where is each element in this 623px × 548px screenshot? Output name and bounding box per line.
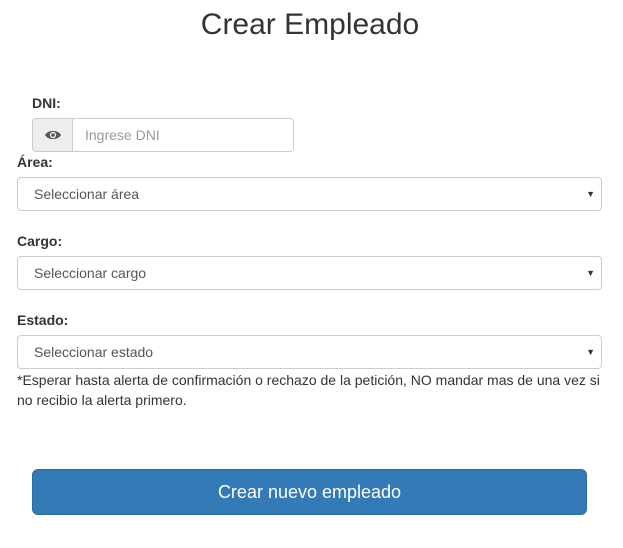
estado-select-value: Seleccionar estado — [34, 344, 154, 360]
warning-note: *Esperar hasta alerta de confirmación o … — [17, 372, 600, 408]
caret-down-icon: ▼ — [586, 189, 595, 199]
dni-input[interactable] — [73, 119, 293, 151]
area-select-value: Seleccionar área — [34, 186, 140, 202]
area-label: Área: — [17, 154, 53, 170]
cargo-select[interactable]: Seleccionar cargo ▼ — [17, 256, 602, 290]
caret-down-icon: ▼ — [586, 347, 595, 357]
cargo-select-value: Seleccionar cargo — [34, 265, 147, 281]
area-select[interactable]: Seleccionar área ▼ — [17, 177, 602, 211]
dni-input-group — [32, 118, 294, 152]
estado-label: Estado: — [17, 312, 69, 328]
page-title: Crear Empleado — [200, 8, 420, 41]
dni-label: DNI: — [32, 95, 61, 111]
create-employee-button[interactable]: Crear nuevo empleado — [32, 469, 587, 515]
estado-select[interactable]: Seleccionar estado ▼ — [17, 335, 602, 369]
eye-icon[interactable] — [33, 119, 73, 151]
cargo-label: Cargo: — [17, 233, 63, 249]
caret-down-icon: ▼ — [586, 268, 595, 278]
